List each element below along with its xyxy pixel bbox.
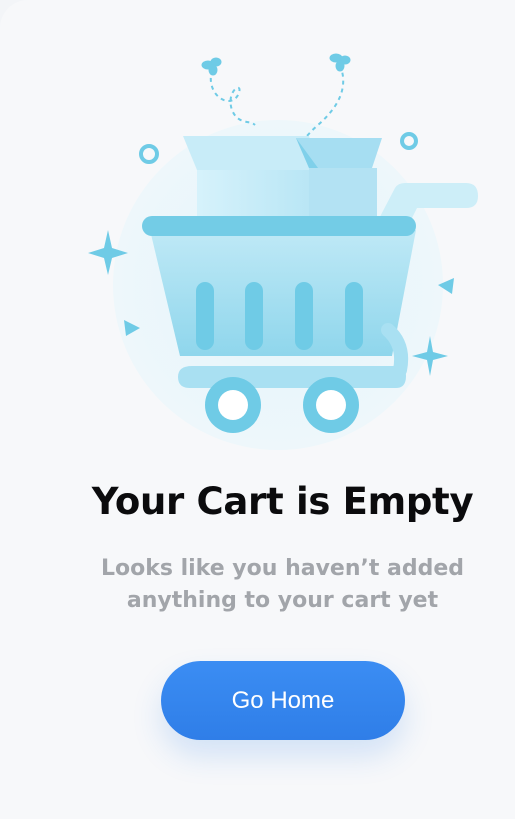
empty-cart-title: Your Cart is Empty <box>91 480 474 523</box>
ring-decoration-right <box>400 132 418 150</box>
empty-cart-message-line-1: Looks like you haven’t added <box>100 556 465 581</box>
go-home-button[interactable]: Go Home <box>161 661 405 740</box>
box-icon <box>183 136 382 226</box>
empty-cart-message: Looks like you haven’t added anything to… <box>0 553 515 617</box>
empty-cart-illustration <box>88 53 478 450</box>
ring-decoration-left <box>139 144 159 164</box>
empty-cart-card: Your Cart is Empty Looks like you haven’… <box>0 0 515 819</box>
fly-icon-left <box>201 57 256 126</box>
empty-cart-message-line-2: anything to your cart yet <box>126 588 439 613</box>
go-home-button-label: Go Home <box>231 686 335 714</box>
